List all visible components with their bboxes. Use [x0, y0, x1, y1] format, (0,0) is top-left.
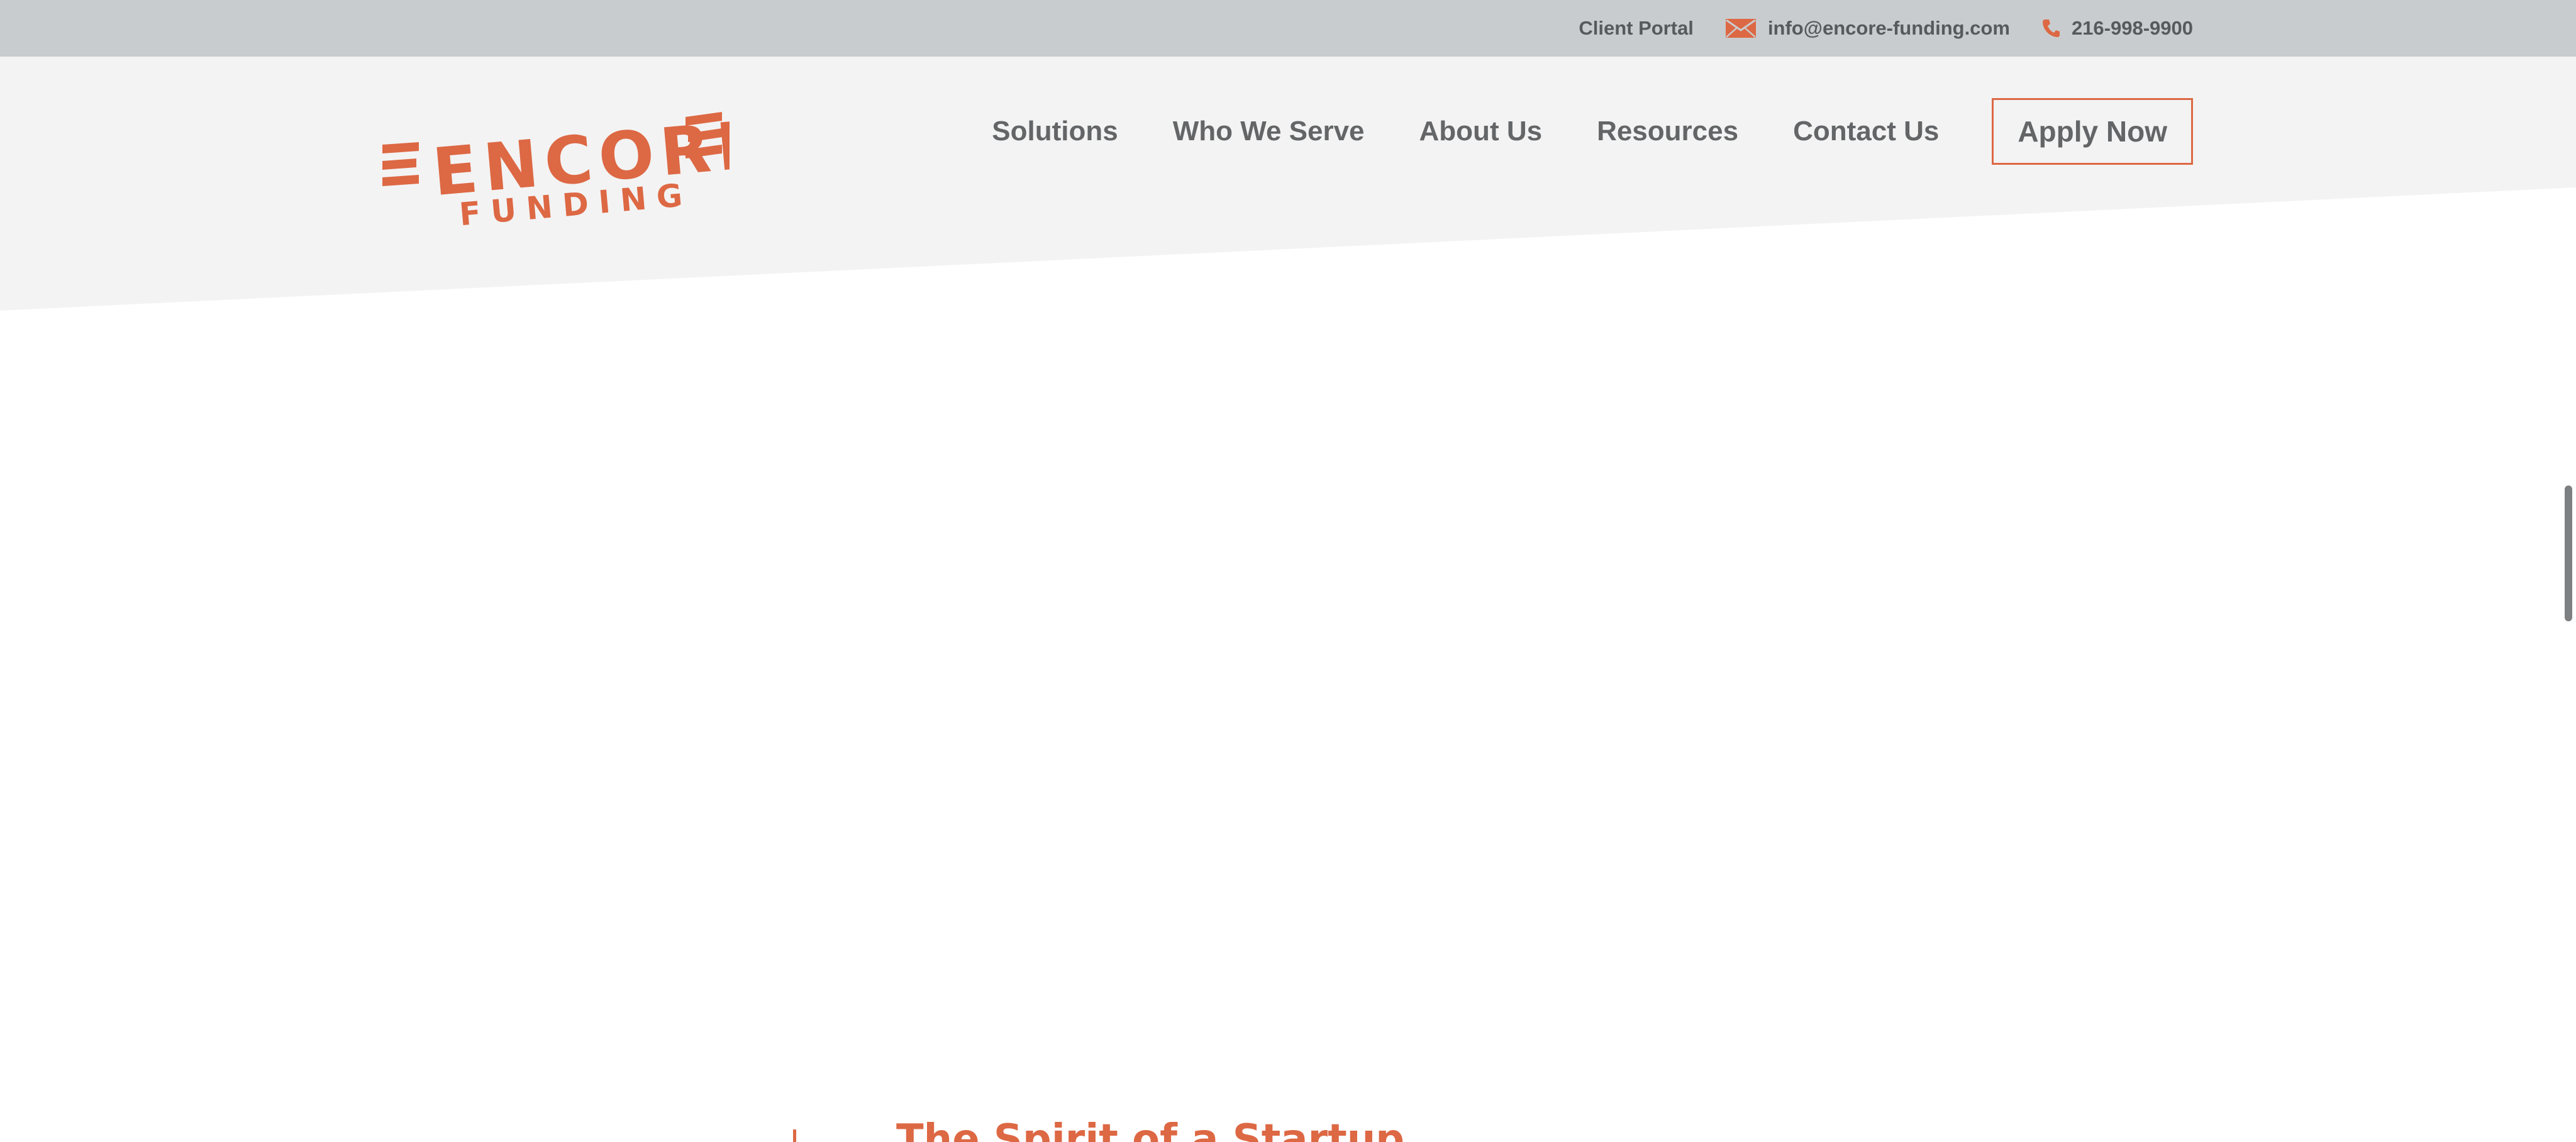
page: Client Portal info@encore-funding.com 21… — [0, 0, 2576, 1142]
page-scrollbar[interactable] — [2558, 0, 2576, 1142]
phone-icon — [2041, 18, 2060, 38]
envelope-icon — [1725, 18, 1757, 38]
main-navigation: Solutions Who We Serve About Us Resource… — [992, 98, 2193, 165]
email-address: info@encore-funding.com — [1767, 17, 2010, 39]
client-portal-label: Client Portal — [1579, 17, 1694, 39]
apply-now-button[interactable]: Apply Now — [1992, 98, 2193, 165]
nav-item-who-we-serve[interactable]: Who We Serve — [1173, 116, 1365, 147]
nav-item-about-us[interactable]: About Us — [1419, 116, 1543, 147]
utility-bar: Client Portal info@encore-funding.com 21… — [0, 0, 2576, 57]
section-marker — [793, 1129, 796, 1142]
nav-item-solutions[interactable]: Solutions — [992, 116, 1118, 147]
utility-links: Client Portal info@encore-funding.com 21… — [1579, 0, 2193, 57]
encore-funding-logo[interactable]: ENCORE FUNDING — [377, 105, 771, 233]
email-link[interactable]: info@encore-funding.com — [1725, 17, 2010, 40]
startup-section: The Spirit of a Startup — [0, 1100, 2576, 1142]
client-portal-link[interactable]: Client Portal — [1579, 17, 1694, 40]
nav-item-contact-us[interactable]: Contact Us — [1793, 116, 1939, 147]
phone-link[interactable]: 216-998-9900 — [2041, 17, 2193, 40]
section-title: The Spirit of a Startup — [896, 1116, 1405, 1142]
phone-number: 216-998-9900 — [2071, 17, 2193, 39]
nav-item-resources[interactable]: Resources — [1597, 116, 1738, 147]
scrollbar-thumb[interactable] — [2565, 485, 2572, 621]
